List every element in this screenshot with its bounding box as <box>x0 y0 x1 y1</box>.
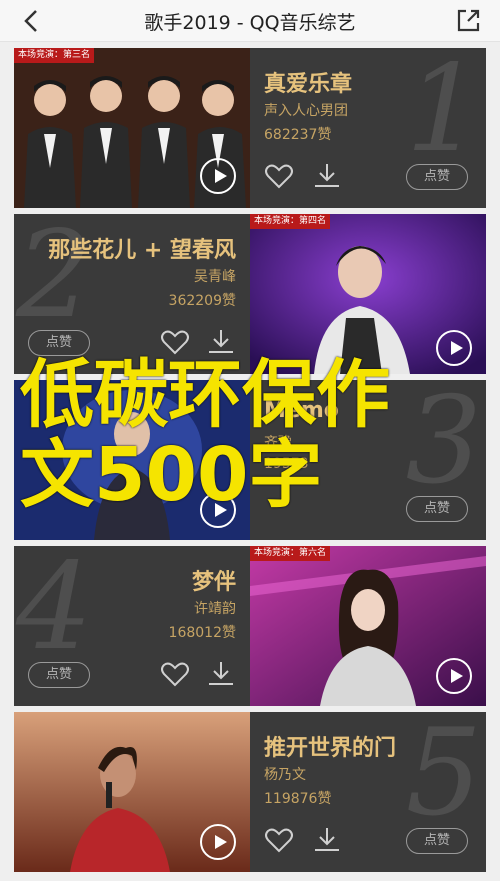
like-count: 168012赞 <box>168 625 236 641</box>
song-list: 本场竞演：第三名 1 真爱乐章 声入人心男团 682237赞 点赞 2 那些花儿… <box>0 42 500 881</box>
like-button[interactable]: 点赞 <box>406 164 468 190</box>
nav-bar: 歌手2019 - QQ音乐综艺 <box>0 0 500 42</box>
song-title: 推开世界的门 <box>264 736 397 761</box>
list-item[interactable]: 3 Memo 齐豫 19573 点赞 <box>14 380 486 540</box>
heart-icon[interactable] <box>160 660 190 688</box>
heart-icon[interactable] <box>264 162 294 190</box>
like-button[interactable]: 点赞 <box>406 496 468 522</box>
share-icon[interactable] <box>454 7 482 35</box>
song-title: 梦伴 <box>191 570 236 595</box>
artist-name: 许靖韵 <box>194 601 236 617</box>
performer-photo <box>14 380 250 540</box>
artist-name: 杨乃文 <box>264 767 306 783</box>
like-count: 682237赞 <box>264 127 332 143</box>
like-button[interactable]: 点赞 <box>406 828 468 854</box>
page-title: 歌手2019 - QQ音乐综艺 <box>144 12 356 34</box>
rank-badge: 本场竞演：第六名 <box>250 546 331 561</box>
download-icon[interactable] <box>312 162 342 190</box>
like-button[interactable]: 点赞 <box>28 662 90 688</box>
artist-name: 声入人心男团 <box>264 103 348 119</box>
like-button[interactable]: 点赞 <box>28 330 90 356</box>
song-info: 2 那些花儿 + 望春风 吴青峰 362209赞 点赞 <box>14 214 250 374</box>
song-info: 1 真爱乐章 声入人心男团 682237赞 点赞 <box>250 48 486 208</box>
play-button[interactable] <box>200 824 236 860</box>
rank-number: 5 <box>405 712 482 843</box>
song-title: Memo <box>264 398 339 423</box>
download-icon[interactable] <box>312 826 342 854</box>
song-title: 真爱乐章 <box>264 72 353 97</box>
like-count: 19573 <box>264 456 309 472</box>
song-info: 4 梦伴 许靖韵 168012赞 点赞 <box>14 546 250 706</box>
play-button[interactable] <box>436 658 472 694</box>
artist-name: 齐豫 <box>264 435 292 451</box>
song-info: 5 推开世界的门 杨乃文 119876赞 点赞 <box>250 712 486 872</box>
like-count: 362209赞 <box>168 293 236 309</box>
rank-badge: 本场竞演：第三名 <box>14 48 95 63</box>
song-title: 那些花儿 + 望春风 <box>48 238 236 263</box>
rank-number: 4 <box>16 546 93 677</box>
performer-photo: 本场竞演：第三名 <box>14 48 250 208</box>
list-item[interactable]: 5 推开世界的门 杨乃文 119876赞 点赞 <box>14 712 486 872</box>
play-button[interactable] <box>200 492 236 528</box>
artist-name: 吴青峰 <box>194 269 236 285</box>
rank-number: 1 <box>405 48 482 179</box>
list-item[interactable]: 2 那些花儿 + 望春风 吴青峰 362209赞 点赞 本场竞演：第四名 <box>14 214 486 374</box>
rank-badge: 本场竞演：第四名 <box>250 214 331 229</box>
list-item[interactable]: 本场竞演：第三名 1 真爱乐章 声入人心男团 682237赞 点赞 <box>14 48 486 208</box>
list-item[interactable]: 4 梦伴 许靖韵 168012赞 点赞 本场竞演：第六名 <box>14 546 486 706</box>
heart-icon[interactable] <box>160 328 190 356</box>
heart-icon[interactable] <box>264 826 294 854</box>
download-icon[interactable] <box>206 328 236 356</box>
song-info: 3 Memo 齐豫 19573 点赞 <box>250 380 486 540</box>
performer-photo <box>14 712 250 872</box>
play-button[interactable] <box>200 158 236 194</box>
performer-photo: 本场竞演：第六名 <box>250 546 486 706</box>
play-button[interactable] <box>436 330 472 366</box>
performer-photo: 本场竞演：第四名 <box>250 214 486 374</box>
download-icon[interactable] <box>206 660 236 688</box>
like-count: 119876赞 <box>264 791 332 807</box>
rank-number: 3 <box>405 380 482 511</box>
